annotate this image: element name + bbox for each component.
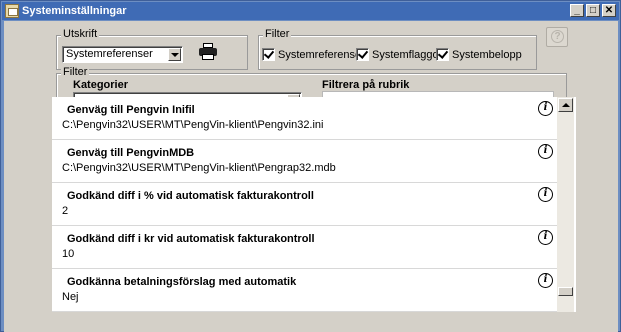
setting-title: Godkänd diff i % vid automatisk fakturak… (67, 190, 314, 202)
list-item[interactable]: Genväg till Pengvin Inifil C:\Pengvin32\… (52, 97, 557, 139)
filter-type-group: Filter Systemreferenser Systemflaggor Sy… (258, 28, 537, 70)
setting-value: C:\Pengvin32\USER\MT\PengVin-klient\Peng… (62, 162, 336, 174)
title-bar[interactable]: Systeminställningar _ □ ✕ (2, 2, 619, 20)
scrollbar-thumb[interactable] (558, 287, 573, 296)
checkbox-systemreferenser[interactable]: Systemreferenser (262, 48, 365, 61)
checkbox-label: Systemreferenser (278, 48, 365, 61)
close-button[interactable]: ✕ (602, 4, 616, 17)
checkbox-checked-icon[interactable] (356, 48, 369, 61)
app-icon (5, 4, 19, 18)
divider (52, 311, 557, 312)
question-icon: ? (551, 30, 564, 43)
report-select[interactable]: Systemreferenser (62, 46, 183, 63)
kategorier-label: Kategorier (73, 79, 129, 91)
setting-value: Nej (62, 291, 79, 303)
setting-value: 2 (62, 205, 69, 217)
window-title: Systeminställningar (22, 5, 127, 17)
settings-list: Genväg till Pengvin Inifil C:\Pengvin32\… (52, 97, 576, 312)
list-item[interactable]: Godkänd diff i kr vid automatisk faktura… (52, 226, 557, 268)
setting-value: C:\Pengvin32\USER\MT\PengVin-klient\Peng… (62, 119, 324, 131)
minimize-button[interactable]: _ (570, 4, 584, 17)
checkbox-systembelopp[interactable]: Systembelopp (436, 48, 522, 61)
utskrift-legend: Utskrift (61, 28, 100, 40)
setting-value: 10 (62, 248, 75, 260)
checkbox-systemflaggor[interactable]: Systemflaggor (356, 48, 442, 61)
info-icon[interactable]: i (538, 144, 553, 159)
vertical-scrollbar[interactable] (557, 97, 574, 312)
checkbox-checked-icon[interactable] (262, 48, 275, 61)
list-item[interactable]: Godkänd diff i % vid automatisk fakturak… (52, 183, 557, 225)
checkbox-label: Systemflaggor (372, 48, 443, 61)
info-icon[interactable]: i (538, 101, 553, 116)
info-icon[interactable]: i (538, 187, 553, 202)
chevron-down-icon[interactable] (168, 48, 181, 61)
filter-type-legend: Filter (263, 28, 292, 40)
report-select-value: Systemreferenser (66, 48, 153, 60)
maximize-button[interactable]: □ (586, 4, 600, 17)
setting-title: Godkänd diff i kr vid automatisk faktura… (67, 233, 315, 245)
scroll-up-icon[interactable] (558, 98, 573, 112)
setting-title: Genväg till Pengvin Inifil (67, 104, 195, 116)
settings-window: Systeminställningar _ □ ✕ Utskrift Syste… (0, 0, 621, 332)
checkbox-checked-icon[interactable] (436, 48, 449, 61)
checkbox-label: Systembelopp (452, 48, 522, 61)
filter-search-legend: Filter (61, 66, 90, 78)
list-item[interactable]: Godkänna betalningsförslag med automatik… (52, 269, 557, 311)
printer-icon[interactable] (199, 43, 217, 61)
info-icon[interactable]: i (538, 230, 553, 245)
list-item[interactable]: Genväg till PengvinMDB C:\Pengvin32\USER… (52, 140, 557, 182)
rubrik-label: Filtrera på rubrik (322, 79, 410, 91)
setting-title: Godkänna betalningsförslag med automatik (67, 276, 297, 288)
setting-title: Genväg till PengvinMDB (67, 147, 195, 159)
info-icon[interactable]: i (538, 273, 553, 288)
utskrift-group: Utskrift Systemreferenser (56, 28, 248, 70)
help-button[interactable]: ? (546, 27, 568, 47)
